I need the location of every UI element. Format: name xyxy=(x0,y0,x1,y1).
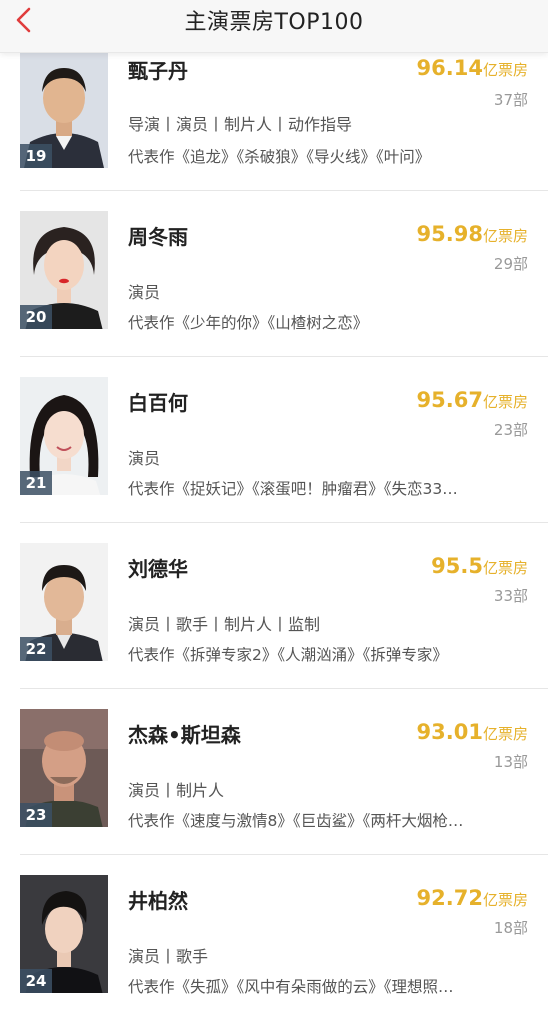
actor-roles: 演员丨歌手 xyxy=(128,947,209,966)
actor-avatar: 23 xyxy=(20,709,108,827)
film-count: 13部 xyxy=(493,753,528,771)
actor-avatar: 20 xyxy=(20,211,108,329)
actor-roles: 导演丨演员丨制片人丨动作指导 xyxy=(128,115,353,134)
actor-roles: 演员 xyxy=(128,283,161,302)
actor-name: 周冬雨 xyxy=(128,225,188,249)
actor-avatar: 24 xyxy=(20,875,108,993)
actor-name: 杰森•斯坦森 xyxy=(128,723,241,747)
box-office-total: 93.01亿票房 xyxy=(416,720,528,744)
actor-roles: 演员丨制片人 xyxy=(128,781,225,800)
actor-card[interactable]: 21 白百何 95.67亿票房 23部 演员 代表作《捉妖记》《滚蛋吧！肿瘤君》… xyxy=(0,357,548,522)
film-count: 18部 xyxy=(493,919,528,937)
actor-avatar: 21 xyxy=(20,377,108,495)
actor-card[interactable]: 24 井柏然 92.72亿票房 18部 演员丨歌手 代表作《失孤》《风中有朵雨做… xyxy=(0,855,548,1020)
actor-card[interactable]: 22 刘德华 95.5亿票房 33部 演员丨歌手丨制片人丨监制 代表作《拆弹专家… xyxy=(0,523,548,688)
representative-works: 代表作《少年的你》《山楂树之恋》 xyxy=(128,314,369,332)
box-office-total: 95.98亿票房 xyxy=(416,222,528,246)
actor-name: 甄子丹 xyxy=(128,59,188,83)
box-office-total: 95.5亿票房 xyxy=(431,554,528,578)
film-count: 23部 xyxy=(493,421,528,439)
rank-badge: 24 xyxy=(20,969,52,993)
actor-card[interactable]: 23 杰森•斯坦森 93.01亿票房 13部 演员丨制片人 代表作《速度与激情8… xyxy=(0,689,548,854)
representative-works: 代表作《失孤》《风中有朵雨做的云》《理想照… xyxy=(128,978,454,996)
actor-name: 井柏然 xyxy=(128,889,188,913)
rank-badge: 21 xyxy=(20,471,52,495)
actor-roles: 演员丨歌手丨制片人丨监制 xyxy=(128,615,321,634)
actor-avatar: 19 xyxy=(20,50,108,168)
box-office-total: 92.72亿票房 xyxy=(416,886,528,910)
rank-badge: 22 xyxy=(20,637,52,661)
rank-badge: 19 xyxy=(20,144,52,168)
film-count: 29部 xyxy=(493,255,528,273)
actor-card[interactable]: 20 周冬雨 95.98亿票房 29部 演员 代表作《少年的你》《山楂树之恋》 xyxy=(0,191,548,356)
nav-header: 主演票房TOP100 xyxy=(0,0,548,53)
film-count: 33部 xyxy=(493,587,528,605)
rank-badge: 23 xyxy=(20,803,52,827)
rank-badge: 20 xyxy=(20,305,52,329)
actor-name: 白百何 xyxy=(128,391,188,415)
box-office-total: 95.67亿票房 xyxy=(416,388,528,412)
box-office-total: 96.14亿票房 xyxy=(416,56,528,80)
actor-roles: 演员 xyxy=(128,449,161,468)
film-count: 37部 xyxy=(493,91,528,109)
representative-works: 代表作《捉妖记》《滚蛋吧！肿瘤君》《失恋33… xyxy=(128,480,458,498)
actor-avatar: 22 xyxy=(20,543,108,661)
representative-works: 代表作《拆弹专家2》《人潮汹涌》《拆弹专家》 xyxy=(128,646,448,664)
page-title: 主演票房TOP100 xyxy=(184,10,364,35)
actor-name: 刘德华 xyxy=(128,557,188,581)
representative-works: 代表作《速度与激情8》《巨齿鲨》《两杆大烟枪… xyxy=(128,812,464,830)
representative-works: 代表作《追龙》《杀破狼》《导火线》《叶问》 xyxy=(128,148,431,166)
